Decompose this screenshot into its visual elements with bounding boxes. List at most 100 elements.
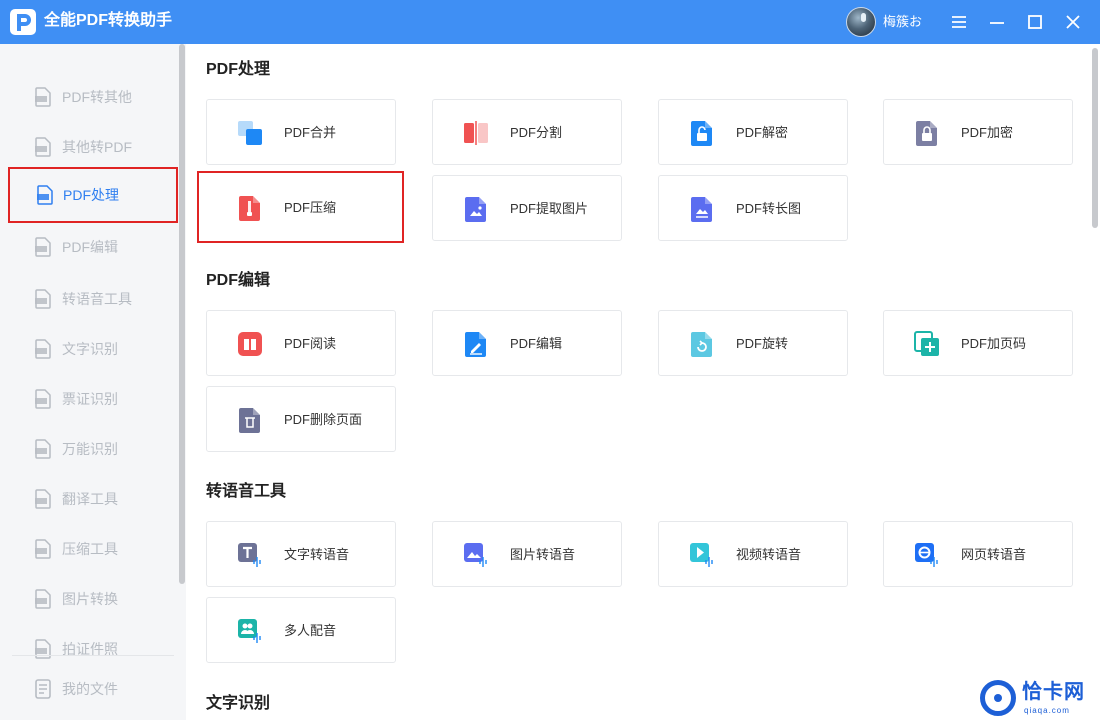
sidebar-item-label: PDF编辑 [62, 239, 118, 255]
sidebar-item-compress-tool[interactable]: 压缩工具 [0, 524, 178, 574]
sidebar-item-label: 其他转PDF [62, 139, 132, 155]
sidebar-item-ticket-ocr[interactable]: 票证识别 [0, 374, 178, 424]
tool-card-label: 视频转语音 [736, 547, 802, 562]
watermark-logo-icon [980, 680, 1016, 716]
tool-card-label: PDF阅读 [284, 336, 337, 351]
sidebar-item-label: 票证识别 [62, 391, 118, 407]
watermark: 恰卡网 qiaqa.com [980, 680, 1098, 718]
sidebar-item-my-files[interactable]: 我的文件 [0, 664, 178, 714]
sidebar-item-label: 万能识别 [62, 441, 118, 457]
sidebar-item-pdf-edit[interactable]: PDF编辑 [0, 222, 178, 272]
text-to-speech-icon [237, 542, 263, 568]
pdf-page-number-icon [914, 331, 940, 357]
tool-card-pdf-page-number[interactable]: PDF加页码 [883, 310, 1073, 376]
sidebar-divider [12, 655, 174, 656]
sidebar-item-pdf-to-other[interactable]: PDF转其他 [0, 72, 178, 122]
sidebar-item-label: PDF转其他 [62, 89, 132, 105]
pdf-compress-icon [237, 195, 263, 221]
sidebar-item-image-convert[interactable]: 图片转换 [0, 574, 178, 624]
sidebar-item-audio-tool[interactable]: 转语音工具 [0, 274, 178, 324]
tool-card-label: PDF压缩 [284, 200, 337, 215]
tool-card-pdf-split[interactable]: PDF分割 [432, 99, 622, 165]
watermark-text: 恰卡网 [1022, 681, 1085, 703]
pdf-encrypt-icon [914, 120, 940, 146]
sidebar-item-pdf-process[interactable]: PDF处理 [8, 167, 178, 223]
video-to-speech-icon [689, 542, 715, 568]
sidebar-item-label: 压缩工具 [62, 541, 118, 557]
app-title: 全能PDF转换助手 [44, 12, 173, 29]
tool-card-multi-voice[interactable]: 多人配音 [206, 597, 396, 663]
section-title: 转语音工具 [206, 483, 287, 500]
tool-card-pdf-delete-page[interactable]: PDF删除页面 [206, 386, 396, 452]
sidebar-item-label: 转语音工具 [62, 291, 132, 307]
close-icon[interactable] [1059, 8, 1087, 36]
pdf-to-long-image-icon [689, 196, 715, 222]
minimize-icon[interactable] [983, 8, 1011, 36]
tool-card-label: PDF分割 [510, 125, 563, 140]
section-title: 文字识别 [206, 695, 271, 712]
pdf-edit-icon [34, 237, 52, 257]
sidebar-item-label: 图片转换 [62, 591, 118, 607]
main-scrollbar[interactable] [1092, 48, 1098, 228]
multi-voice-icon [237, 618, 263, 644]
audio-tool-icon [34, 289, 52, 309]
tool-card-text-to-speech[interactable]: 文字转语音 [206, 521, 396, 587]
ticket-ocr-icon [34, 389, 52, 409]
tool-card-label: 文字转语音 [284, 547, 350, 562]
image-to-speech-icon [463, 542, 489, 568]
section-title: PDF处理 [206, 61, 271, 78]
menu-icon[interactable] [945, 8, 973, 36]
main-panel: PDF处理 PDF合并 PDF分割 PDF解密 PDF加密 PDF压缩 PDF提取图片 PDF… [186, 44, 1100, 720]
webpage-to-speech-icon [914, 542, 940, 568]
tool-card-label: PDF加密 [961, 125, 1014, 140]
sidebar: PDF转其他 其他转PDF PDF处理 PDF编辑转语音工具文字识别票证识别万能识别翻… [0, 44, 186, 720]
pdf-rotate-icon [689, 331, 715, 357]
tool-card-pdf-merge[interactable]: PDF合并 [206, 99, 396, 165]
image-convert-icon [34, 589, 52, 609]
pdf-edit-card-icon [463, 331, 489, 357]
section-title: PDF编辑 [206, 272, 271, 289]
tool-card-image-to-speech[interactable]: 图片转语音 [432, 521, 622, 587]
my-files-icon [34, 679, 52, 699]
avatar[interactable] [846, 7, 876, 37]
tool-card-label: 多人配音 [284, 623, 337, 638]
pdf-decrypt-icon [689, 120, 715, 146]
translate-icon [34, 489, 52, 509]
tool-card-pdf-read[interactable]: PDF阅读 [206, 310, 396, 376]
pdf-extract-image-icon [463, 196, 489, 222]
pdf-process-icon [36, 185, 54, 205]
sidebar-item-label: PDF处理 [63, 187, 119, 203]
tool-card-webpage-to-speech[interactable]: 网页转语音 [883, 521, 1073, 587]
user-name[interactable]: 梅簇お [883, 13, 922, 31]
tool-card-pdf-to-long-image[interactable]: PDF转长图 [658, 175, 848, 241]
tool-card-video-to-speech[interactable]: 视频转语音 [658, 521, 848, 587]
sidebar-item-label: 我的文件 [62, 681, 118, 697]
tool-card-label: PDF提取图片 [510, 201, 589, 216]
tool-card-label: PDF编辑 [510, 336, 563, 351]
tool-card-pdf-edit-card[interactable]: PDF编辑 [432, 310, 622, 376]
maximize-icon[interactable] [1021, 8, 1049, 36]
tool-card-pdf-decrypt[interactable]: PDF解密 [658, 99, 848, 165]
tool-card-pdf-extract-image[interactable]: PDF提取图片 [432, 175, 622, 241]
tool-card-label: PDF解密 [736, 125, 789, 140]
sidebar-item-translate[interactable]: 翻译工具 [0, 474, 178, 524]
text-ocr-icon [34, 339, 52, 359]
sidebar-scrollbar[interactable] [179, 44, 185, 584]
title-bar: 全能PDF转换助手 梅簇お [0, 0, 1100, 44]
tool-card-label: PDF旋转 [736, 336, 789, 351]
watermark-subtext: qiaqa.com [1024, 706, 1070, 715]
sidebar-item-other-to-pdf[interactable]: 其他转PDF [0, 122, 178, 172]
pdf-to-other-icon [34, 87, 52, 107]
tool-card-pdf-rotate[interactable]: PDF旋转 [658, 310, 848, 376]
tool-card-label: PDF加页码 [961, 336, 1027, 351]
tool-card-pdf-encrypt[interactable]: PDF加密 [883, 99, 1073, 165]
sidebar-item-text-ocr[interactable]: 文字识别 [0, 324, 178, 374]
tool-card-label: PDF删除页面 [284, 412, 363, 427]
pdf-read-icon [237, 331, 263, 357]
tool-card-label: 网页转语音 [961, 547, 1027, 562]
tool-card-pdf-compress[interactable]: PDF压缩 [197, 171, 404, 243]
pdf-delete-page-icon [237, 407, 263, 433]
sidebar-item-universal-ocr[interactable]: 万能识别 [0, 424, 178, 474]
id-photo-icon [34, 639, 52, 659]
compress-tool-icon [34, 539, 52, 559]
